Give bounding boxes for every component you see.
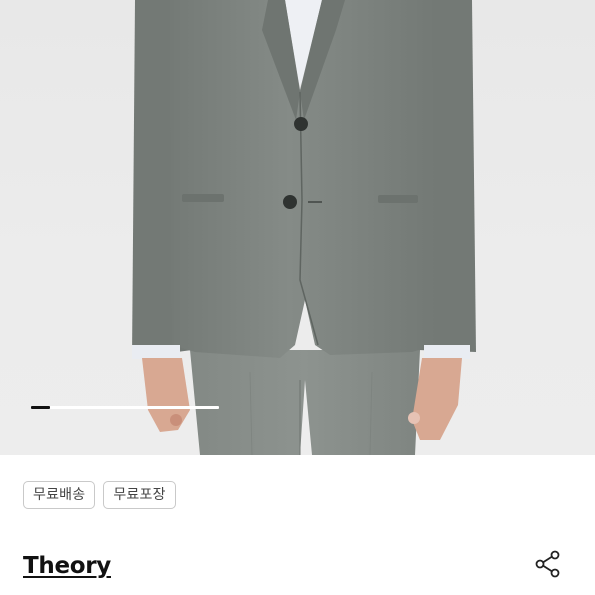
product-image[interactable]: [0, 0, 595, 455]
free-gift-wrap-tag: 무료포장: [103, 481, 176, 509]
product-tags: 무료배송 무료포장: [23, 481, 176, 509]
suit-illustration: [132, 0, 476, 455]
free-shipping-tag: 무료배송: [23, 481, 96, 509]
brand-link[interactable]: Theory: [23, 553, 111, 579]
share-button[interactable]: [532, 548, 564, 580]
share-icon: [535, 550, 560, 578]
carousel-progress-track: [31, 406, 219, 409]
carousel-progress-indicator: [31, 406, 50, 409]
product-detail-page: 무료배송 무료포장 Theory: [0, 0, 595, 595]
